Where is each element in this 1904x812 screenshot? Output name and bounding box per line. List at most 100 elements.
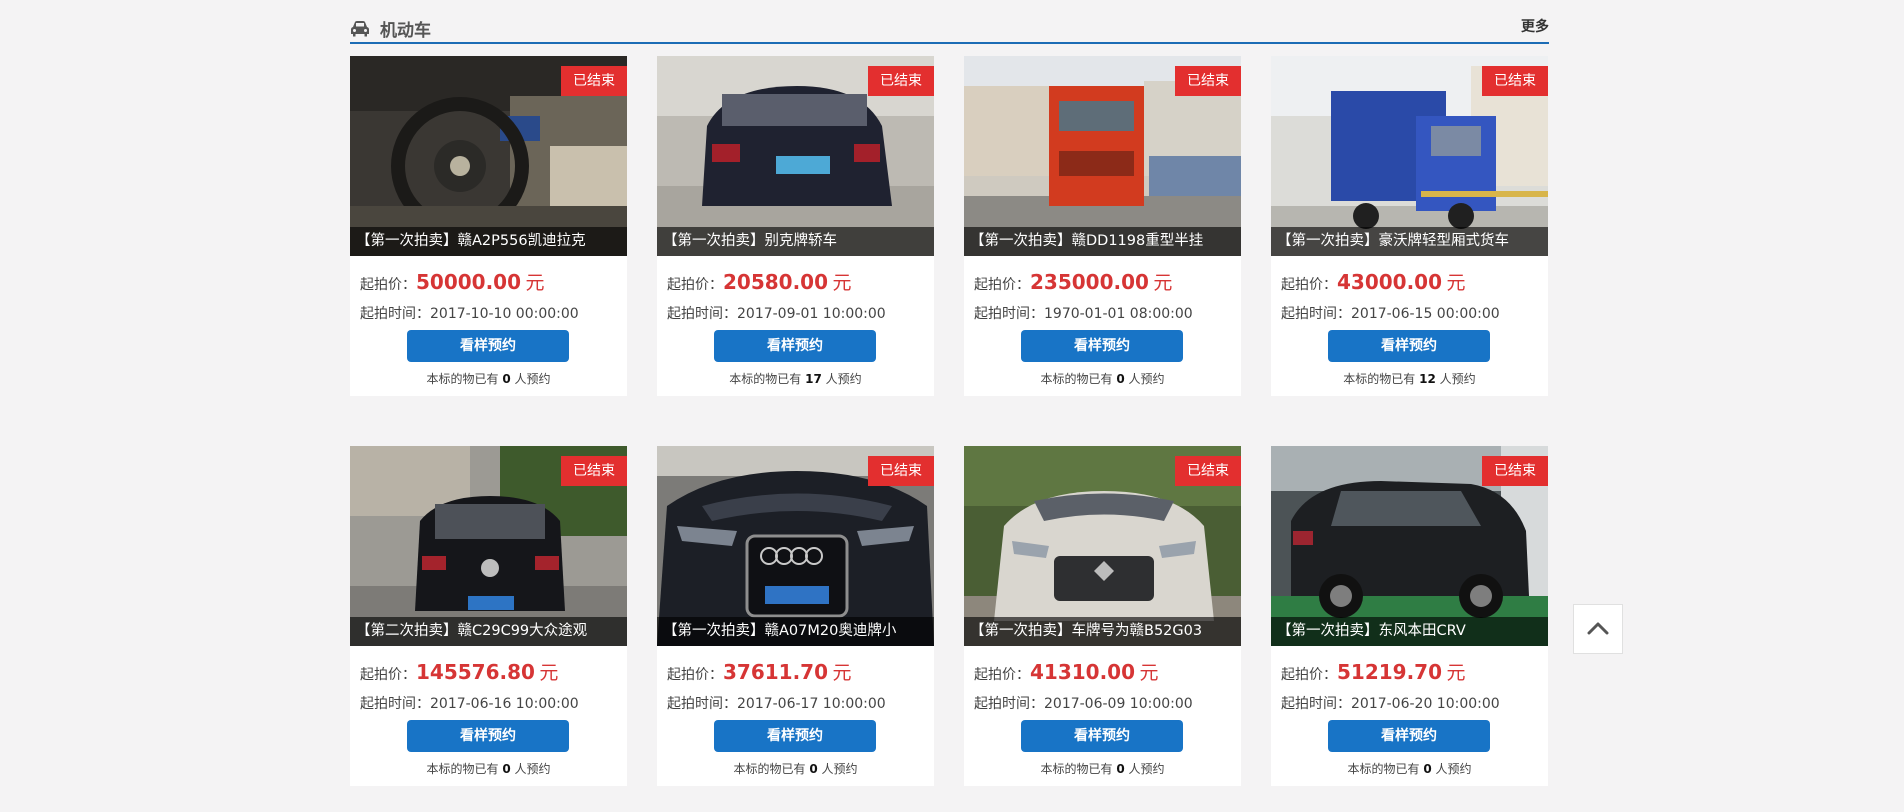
auction-card[interactable]: 已结束 【第一次拍卖】赣DD1198重型半挂 起拍价：235000.00 元 起… [964,56,1241,396]
reservation-number: 0 [502,372,511,386]
vehicle-section: 机动车 更多 已结束 【第一次拍卖】赣A2P556凯迪拉克 起拍价：50000.… [350,0,1549,804]
price-value: 37611.70 [723,660,829,684]
book-viewing-button[interactable]: 看样预约 [1021,720,1183,752]
time-label: 起拍时间： [1281,696,1351,712]
time-label: 起拍时间： [974,306,1044,322]
price-label: 起拍价： [1281,667,1337,683]
auction-grid: 已结束 【第一次拍卖】赣A2P556凯迪拉克 起拍价：50000.00 元 起拍… [350,44,1549,804]
item-title[interactable]: 【第一次拍卖】赣A2P556凯迪拉克 [350,227,627,256]
time-value: 2017-06-20 10:00:00 [1351,696,1500,712]
blue-box-truck-photo[interactable]: 已结束 【第一次拍卖】豪沃牌轻型厢式货车 [1271,56,1548,256]
starting-price: 起拍价：37611.70 元 [667,658,851,685]
price-unit: 元 [1153,272,1173,294]
price-unit: 元 [539,662,559,684]
starting-price: 起拍价：43000.00 元 [1281,268,1465,295]
price-unit: 元 [832,272,852,294]
book-viewing-button[interactable]: 看样预约 [1021,330,1183,362]
book-viewing-button[interactable]: 看样预约 [407,330,569,362]
white-car-front-photo[interactable]: 已结束 【第一次拍卖】车牌号为赣B52G03 [964,446,1241,646]
start-time: 起拍时间：2017-06-15 00:00:00 [1281,303,1500,323]
item-title[interactable]: 【第二次拍卖】赣C29C99大众途观 [350,617,627,646]
reservation-count: 本标的物已有 0 人预约 [1040,762,1165,776]
auction-card[interactable]: 已结束 【第一次拍卖】车牌号为赣B52G03 起拍价：41310.00 元 起拍… [964,446,1241,786]
reservation-number: 0 [1423,762,1432,776]
book-viewing-button[interactable]: 看样预约 [1328,330,1490,362]
auction-card[interactable]: 已结束 【第二次拍卖】赣C29C99大众途观 起拍价：145576.80 元 起… [350,446,627,786]
item-title[interactable]: 【第一次拍卖】别克牌轿车 [657,227,934,256]
start-time: 起拍时间：2017-06-17 10:00:00 [667,693,886,713]
price-label: 起拍价： [360,277,416,293]
price-value: 50000.00 [416,270,522,294]
item-title[interactable]: 【第一次拍卖】豪沃牌轻型厢式货车 [1271,227,1548,256]
starting-price: 起拍价：51219.70 元 [1281,658,1465,685]
reservation-number: 17 [805,372,822,386]
reservation-count: 本标的物已有 0 人预约 [426,762,551,776]
car-interior-photo[interactable]: 已结束 【第一次拍卖】赣A2P556凯迪拉克 [350,56,627,256]
more-link[interactable]: 更多 [1521,16,1549,36]
book-viewing-button[interactable]: 看样预约 [714,330,876,362]
price-label: 起拍价： [667,667,723,683]
price-value: 43000.00 [1337,270,1443,294]
reservation-number: 12 [1419,372,1436,386]
start-time: 起拍时间：2017-06-20 10:00:00 [1281,693,1500,713]
status-badge: 已结束 [561,456,627,486]
price-value: 145576.80 [416,660,535,684]
price-unit: 元 [1446,272,1466,294]
status-badge: 已结束 [1175,456,1241,486]
vw-suv-rear-photo[interactable]: 已结束 【第二次拍卖】赣C29C99大众途观 [350,446,627,646]
auction-card[interactable]: 已结束 【第一次拍卖】赣A07M20奥迪牌小 起拍价：37611.70 元 起拍… [657,446,934,786]
start-time: 起拍时间：2017-06-09 10:00:00 [974,693,1193,713]
start-time: 起拍时间：2017-10-10 00:00:00 [360,303,579,323]
reservation-number: 0 [1116,372,1125,386]
price-label: 起拍价： [360,667,416,683]
price-value: 51219.70 [1337,660,1443,684]
time-label: 起拍时间： [974,696,1044,712]
time-label: 起拍时间： [360,696,430,712]
reservation-number: 0 [1116,762,1125,776]
time-label: 起拍时间： [1281,306,1351,322]
time-label: 起拍时间： [360,306,430,322]
item-title[interactable]: 【第一次拍卖】车牌号为赣B52G03 [964,617,1241,646]
starting-price: 起拍价：145576.80 元 [360,658,558,685]
time-label: 起拍时间： [667,306,737,322]
price-label: 起拍价： [667,277,723,293]
starting-price: 起拍价：41310.00 元 [974,658,1158,685]
back-to-top-button[interactable] [1573,604,1623,654]
item-title[interactable]: 【第一次拍卖】赣DD1198重型半挂 [964,227,1241,256]
time-value: 2017-10-10 00:00:00 [430,306,579,322]
chevron-up-icon [1587,620,1609,639]
time-value: 2017-09-01 10:00:00 [737,306,886,322]
item-title[interactable]: 【第一次拍卖】东风本田CRV [1271,617,1548,646]
status-badge: 已结束 [1482,66,1548,96]
reservation-number: 0 [809,762,818,776]
time-label: 起拍时间： [667,696,737,712]
price-unit: 元 [832,662,852,684]
car-icon [350,20,370,38]
price-label: 起拍价： [974,667,1030,683]
auction-card[interactable]: 已结束 【第一次拍卖】东风本田CRV 起拍价：51219.70 元 起拍时间：2… [1271,446,1548,786]
auction-card[interactable]: 已结束 【第一次拍卖】豪沃牌轻型厢式货车 起拍价：43000.00 元 起拍时间… [1271,56,1548,396]
status-badge: 已结束 [561,66,627,96]
red-truck-photo[interactable]: 已结束 【第一次拍卖】赣DD1198重型半挂 [964,56,1241,256]
status-badge: 已结束 [868,456,934,486]
time-value: 2017-06-15 00:00:00 [1351,306,1500,322]
price-unit: 元 [1446,662,1466,684]
reservation-count: 本标的物已有 0 人预约 [1040,372,1165,386]
section-title-text: 机动车 [380,21,431,41]
auction-card[interactable]: 已结束 【第一次拍卖】赣A2P556凯迪拉克 起拍价：50000.00 元 起拍… [350,56,627,396]
book-viewing-button[interactable]: 看样预约 [407,720,569,752]
book-viewing-button[interactable]: 看样预约 [714,720,876,752]
crv-parking-photo[interactable]: 已结束 【第一次拍卖】东风本田CRV [1271,446,1548,646]
starting-price: 起拍价：50000.00 元 [360,268,544,295]
time-value: 2017-06-09 10:00:00 [1044,696,1193,712]
audi-front-photo[interactable]: 已结束 【第一次拍卖】赣A07M20奥迪牌小 [657,446,934,646]
black-sedan-rear-photo[interactable]: 已结束 【第一次拍卖】别克牌轿车 [657,56,934,256]
book-viewing-button[interactable]: 看样预约 [1328,720,1490,752]
reservation-count: 本标的物已有 17 人预约 [729,372,862,386]
status-badge: 已结束 [1482,456,1548,486]
time-value: 2017-06-16 10:00:00 [430,696,579,712]
reservation-count: 本标的物已有 0 人预约 [733,762,858,776]
auction-card[interactable]: 已结束 【第一次拍卖】别克牌轿车 起拍价：20580.00 元 起拍时间：201… [657,56,934,396]
start-time: 起拍时间：2017-09-01 10:00:00 [667,303,886,323]
item-title[interactable]: 【第一次拍卖】赣A07M20奥迪牌小 [657,617,934,646]
